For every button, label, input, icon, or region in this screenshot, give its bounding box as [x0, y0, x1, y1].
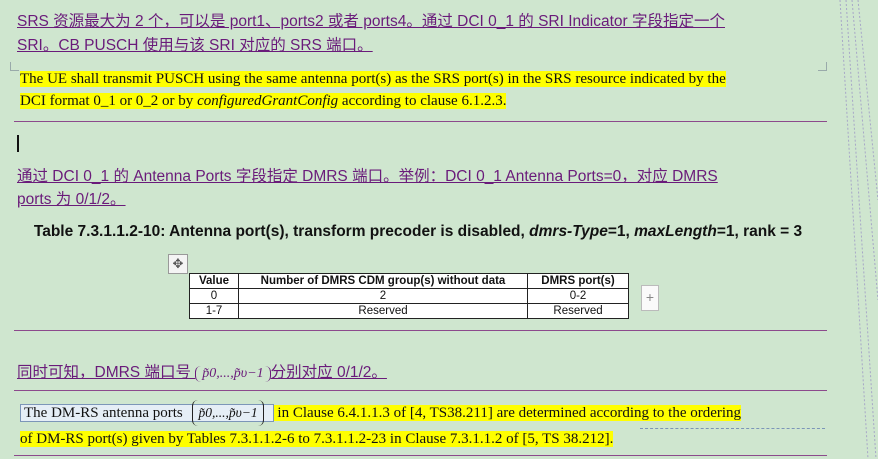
table-cell[interactable]: 1-7: [189, 303, 239, 319]
dmrs-port-formula: p̃0,...,p̃υ−1: [195, 366, 271, 382]
move-icon[interactable]: ✥: [168, 254, 188, 274]
para4-post: 分别对应 0/1/2。: [270, 364, 387, 381]
dmrs-port-formula: p̃0,...,p̃υ−1: [192, 400, 264, 426]
divider: [14, 455, 827, 456]
table-row: 1-7 Reserved Reserved: [189, 303, 629, 319]
caption-param-maxlength: maxLength: [634, 223, 717, 240]
table-cell[interactable]: Reserved: [527, 303, 629, 319]
divider: [14, 390, 827, 391]
table-header-row: Value Number of DMRS CDM group(s) withou…: [189, 273, 629, 289]
spec-quote-dmrs: The DM-RS antenna ports p̃0,...,p̃υ−1 in…: [20, 400, 830, 452]
quote1-line1: The UE shall transmit PUSCH using the sa…: [20, 71, 726, 87]
para1-line1: SRS 资源最大为 2 个，可以是 port1、ports2 或者 ports4…: [17, 13, 725, 30]
quote2-line2: of DM-RS port(s) given by Tables 7.3.1.1…: [20, 431, 614, 447]
comment-connector: [640, 428, 825, 429]
table-row: 0 2 0-2: [189, 288, 629, 304]
para4: 同时可知，DMRS 端口号 p̃0,...,p̃υ−1 分别对应 0/1/2。: [17, 360, 387, 382]
quote2-line1-post: in Clause 6.4.1.1.3 of [4, TS38.211] are…: [273, 405, 742, 421]
caption-param-dmrs-type: dmrs-Type: [529, 223, 608, 240]
quote2-boxed: The DM-RS antenna ports p̃0,...,p̃υ−1: [20, 400, 274, 426]
caption-text: =1, rank = 3: [716, 223, 803, 240]
caption-text: =1,: [607, 223, 635, 240]
margin-mark: [10, 62, 19, 71]
para4-pre: 同时可知，DMRS 端口号: [17, 364, 196, 381]
quote1-line2-pre: DCI format 0_1 or 0_2 or by: [20, 93, 198, 109]
divider: [14, 330, 827, 331]
spec-quote-antenna-port: The UE shall transmit PUSCH using the sa…: [20, 68, 810, 112]
table-cell[interactable]: 0: [189, 288, 239, 304]
table-cell[interactable]: 2: [238, 288, 528, 304]
divider: [14, 121, 827, 122]
plus-icon[interactable]: +: [641, 285, 659, 311]
col-header-dmrs-ports: DMRS port(s): [527, 273, 629, 289]
quote1-config-name: configuredGrantConfig: [197, 93, 339, 109]
table-caption: Table 7.3.1.1.2-10: Antenna port(s), tra…: [18, 222, 818, 241]
text-cursor: [17, 135, 19, 152]
caption-text: Table 7.3.1.1.2-10: Antenna port(s), tra…: [33, 223, 530, 240]
col-header-cdm-groups: Number of DMRS CDM group(s) without data: [238, 273, 528, 289]
quote1-line2-post: according to clause 6.1.2.3.: [338, 93, 507, 109]
margin-mark: [818, 62, 827, 71]
margin-decoration: [839, 0, 878, 459]
col-header-value: Value: [189, 273, 239, 289]
quote2-pre: The DM-RS antenna ports: [24, 405, 187, 421]
table-cell[interactable]: Reserved: [238, 303, 528, 319]
para3-line2: ports 为 0/1/2。: [17, 191, 126, 208]
para3-line1: 通过 DCI 0_1 的 Antenna Ports 字段指定 DMRS 端口。…: [17, 168, 718, 185]
para1-line2: SRI。CB PUSCH 使用与该 SRI 对应的 SRS 端口。: [17, 37, 373, 54]
table-cell[interactable]: 0-2: [527, 288, 629, 304]
dmrs-port-table: Value Number of DMRS CDM group(s) withou…: [189, 273, 629, 319]
document-page: SRS 资源最大为 2 个，可以是 port1、ports2 或者 ports4…: [0, 0, 878, 459]
